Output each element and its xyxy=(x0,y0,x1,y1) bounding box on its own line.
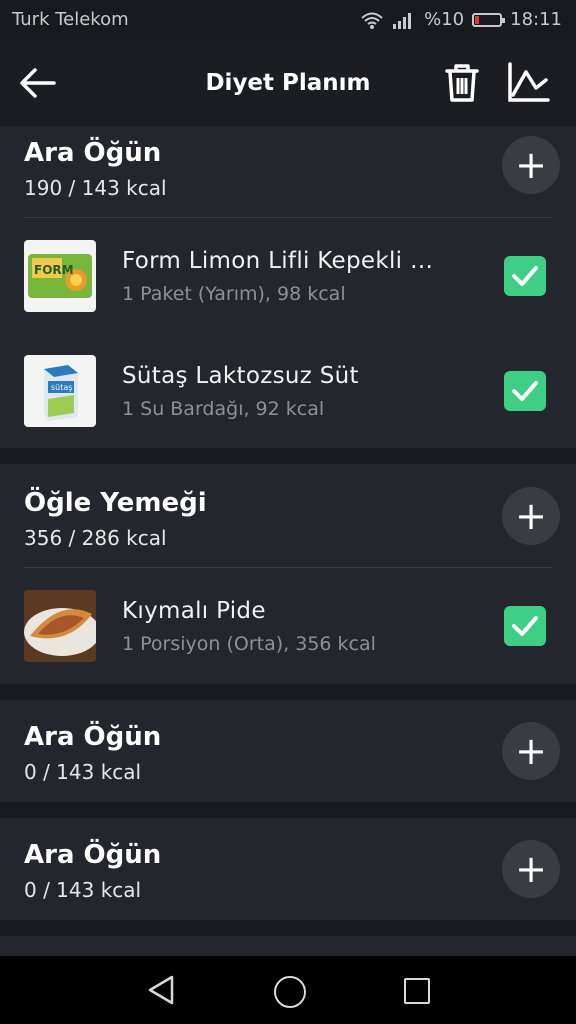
food-item[interactable]: Kıymalı Pide 1 Porsiyon (Orta), 356 kcal xyxy=(0,576,576,676)
add-food-button[interactable]: + xyxy=(502,487,560,545)
battery-icon xyxy=(472,12,506,27)
food-thumbnail: FORM xyxy=(24,240,96,312)
meal-title: Öğle Yemeği xyxy=(24,488,207,518)
carrier-name: Turk Telekom xyxy=(12,9,129,30)
meal-list[interactable]: Ara Öğün 190 / 143 kcal + FORM Form Limo… xyxy=(0,126,576,956)
plus-icon: + xyxy=(515,847,547,891)
meal-title: Ara Öğün xyxy=(24,138,162,168)
app-bar: Diyet Planım xyxy=(0,40,576,126)
wifi-icon xyxy=(361,12,383,29)
add-food-button[interactable]: + xyxy=(502,722,560,780)
food-thumbnail: sütaş xyxy=(24,355,96,427)
food-detail: 1 Paket (Yarım), 98 kcal xyxy=(122,283,346,305)
nav-recents-icon[interactable] xyxy=(404,978,430,1004)
nav-home-icon[interactable] xyxy=(274,976,306,1008)
food-item[interactable]: sütaş Sütaş Laktozsuz Süt 1 Su Bardağı, … xyxy=(0,341,576,441)
status-icons: %10 18:11 xyxy=(360,9,562,30)
meal-kcal: 0 / 143 kcal xyxy=(24,878,142,902)
add-food-button[interactable]: + xyxy=(502,840,560,898)
meal-kcal: 0 / 143 kcal xyxy=(24,760,142,784)
meal-card: Ara Öğün 0 / 143 kcal + xyxy=(0,700,576,802)
food-name: Sütaş Laktozsuz Süt xyxy=(122,363,359,389)
eaten-checkbox[interactable] xyxy=(504,371,546,411)
battery-percent: %10 xyxy=(424,9,465,30)
meal-card-partial xyxy=(0,936,576,956)
trash-icon[interactable] xyxy=(442,62,482,104)
check-icon xyxy=(512,616,538,636)
meal-card: Ara Öğün 190 / 143 kcal + FORM Form Limo… xyxy=(0,126,576,448)
divider xyxy=(24,567,552,568)
clock: 18:11 xyxy=(510,9,562,30)
food-item[interactable]: FORM Form Limon Lifli Kepekli … 1 Paket … xyxy=(0,226,576,326)
meal-title: Ara Öğün xyxy=(24,722,162,752)
food-detail: 1 Su Bardağı, 92 kcal xyxy=(122,398,325,420)
food-detail: 1 Porsiyon (Orta), 356 kcal xyxy=(122,633,376,655)
line-chart-icon[interactable] xyxy=(506,62,550,104)
food-thumbnail xyxy=(24,590,96,662)
check-icon xyxy=(512,381,538,401)
meal-title: Ara Öğün xyxy=(24,840,162,870)
meal-kcal: 190 / 143 kcal xyxy=(24,176,167,200)
divider xyxy=(24,217,552,218)
nav-back-icon[interactable] xyxy=(146,974,176,1006)
add-food-button[interactable]: + xyxy=(502,136,560,194)
food-name: Kıymalı Pide xyxy=(122,598,266,624)
svg-text:sütaş: sütaş xyxy=(51,383,72,392)
plus-icon: + xyxy=(515,494,547,538)
system-nav-bar xyxy=(0,956,576,1024)
eaten-checkbox[interactable] xyxy=(504,606,546,646)
eaten-checkbox[interactable] xyxy=(504,256,546,296)
plus-icon: + xyxy=(515,729,547,773)
food-name: Form Limon Lifli Kepekli … xyxy=(122,248,434,274)
check-icon xyxy=(512,266,538,286)
meal-card: Ara Öğün 0 / 143 kcal + xyxy=(0,818,576,920)
meal-card: Öğle Yemeği 356 / 286 kcal + Kıymalı Pid… xyxy=(0,464,576,684)
plus-icon: + xyxy=(515,143,547,187)
meal-kcal: 356 / 286 kcal xyxy=(24,526,167,550)
page-title: Diyet Planım xyxy=(205,70,371,96)
signal-icon xyxy=(393,12,412,29)
svg-text:FORM: FORM xyxy=(34,263,74,277)
status-bar: Turk Telekom %10 18:11 xyxy=(0,0,576,40)
